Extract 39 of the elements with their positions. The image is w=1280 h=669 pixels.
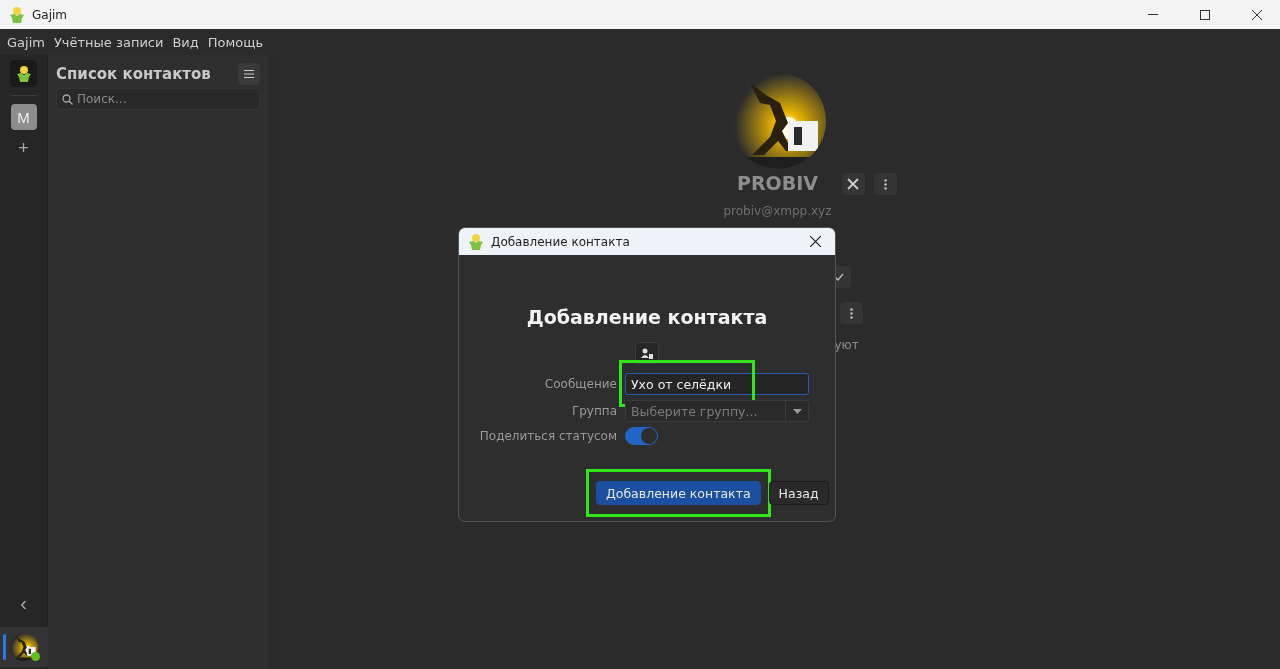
more-icon	[849, 307, 853, 319]
field-label: Группа	[570, 404, 617, 418]
add-account-button[interactable]: +	[14, 138, 33, 159]
search-field[interactable]: Поиск...	[56, 88, 260, 110]
profile-address: probiv@xmpp.xyz	[723, 204, 832, 218]
account-button[interactable]	[9, 633, 38, 661]
field-label: Сообщение	[543, 377, 617, 391]
more-icon	[883, 178, 887, 190]
dropdown-arrow-icon	[792, 408, 802, 414]
more-button[interactable]	[873, 173, 897, 195]
app-logo-icon	[467, 232, 485, 251]
menu-icon	[244, 70, 254, 78]
menu-item[interactable]: Gajim	[7, 34, 45, 50]
menu-item[interactable]: Вид	[172, 34, 199, 50]
menu-item[interactable]: Помощь	[207, 34, 264, 50]
close-icon	[809, 236, 821, 247]
toggle-switch[interactable]	[625, 427, 658, 445]
field-label: Поделиться статусом	[478, 429, 617, 443]
message-field[interactable]: Ухо от селёдки	[625, 373, 809, 395]
add-contact-button[interactable]: Добавление контакта	[596, 481, 761, 505]
back-button[interactable]: Назад	[768, 481, 829, 505]
active-indicator	[2, 634, 6, 660]
menu-button[interactable]	[238, 63, 260, 85]
window-title: Gajim	[32, 7, 68, 22]
maximize-icon	[1200, 9, 1210, 20]
menu-item[interactable]: Учётные записи	[53, 34, 164, 50]
dialog-heading: Добавление контакта	[526, 306, 768, 328]
panel-title: Список контактов	[56, 65, 211, 83]
profile-name: PROBIV	[737, 172, 818, 194]
app-button[interactable]	[10, 60, 37, 87]
dialog-title: Добавление контакта	[491, 234, 631, 249]
more-button[interactable]	[839, 302, 863, 324]
app-logo-icon	[8, 5, 26, 24]
app-logo-icon	[14, 64, 33, 83]
status-dot	[30, 652, 40, 661]
minimize-icon	[1148, 14, 1158, 15]
close-icon	[1252, 9, 1262, 20]
collapse-button[interactable]: ‹	[16, 592, 31, 615]
user-icon	[641, 347, 653, 359]
